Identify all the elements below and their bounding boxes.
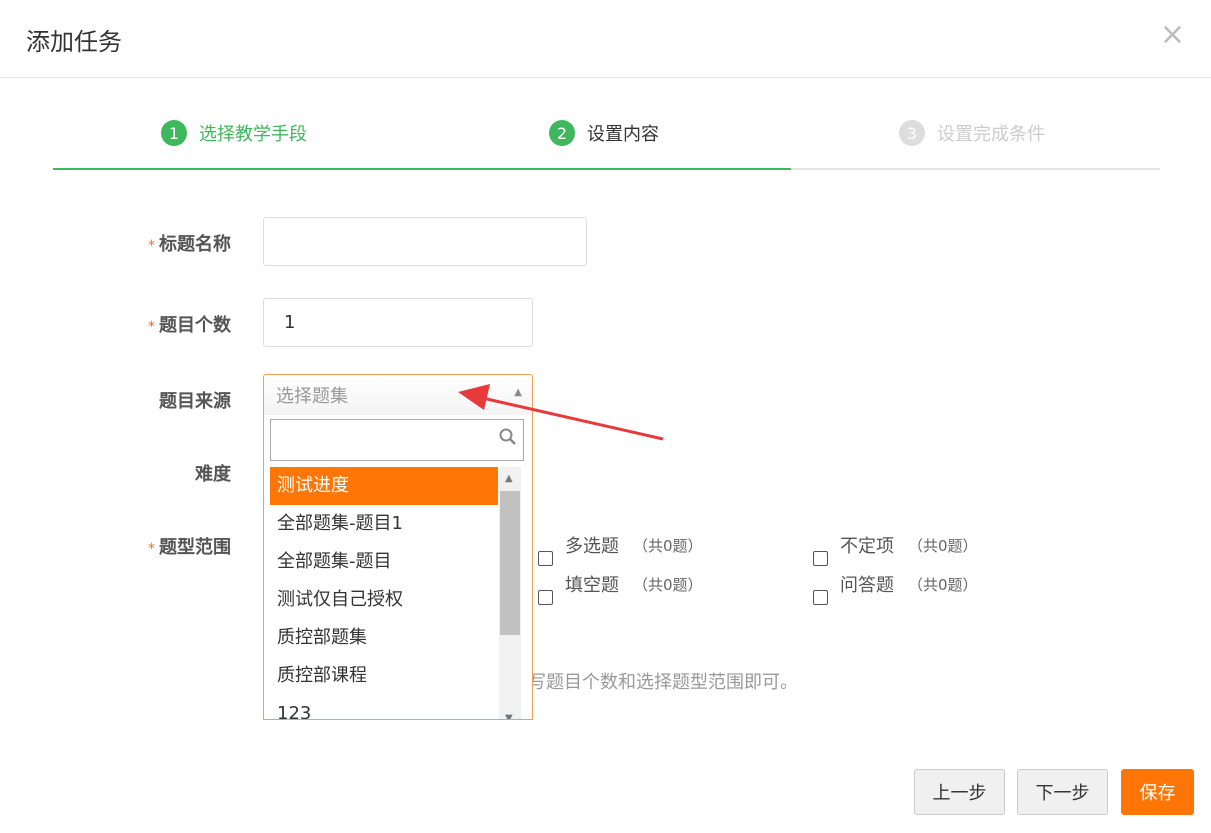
save-button[interactable]: 保存: [1121, 769, 1194, 815]
add-task-modal: 添加任务 × 1 选择教学手段 2 设置内容 3 设置完成条件 * 标题名称 * 题…: [0, 0, 1211, 833]
next-button[interactable]: 下一步: [1017, 769, 1108, 815]
annotation-arrow-icon: [458, 384, 664, 441]
prev-button[interactable]: 上一步: [914, 769, 1005, 815]
